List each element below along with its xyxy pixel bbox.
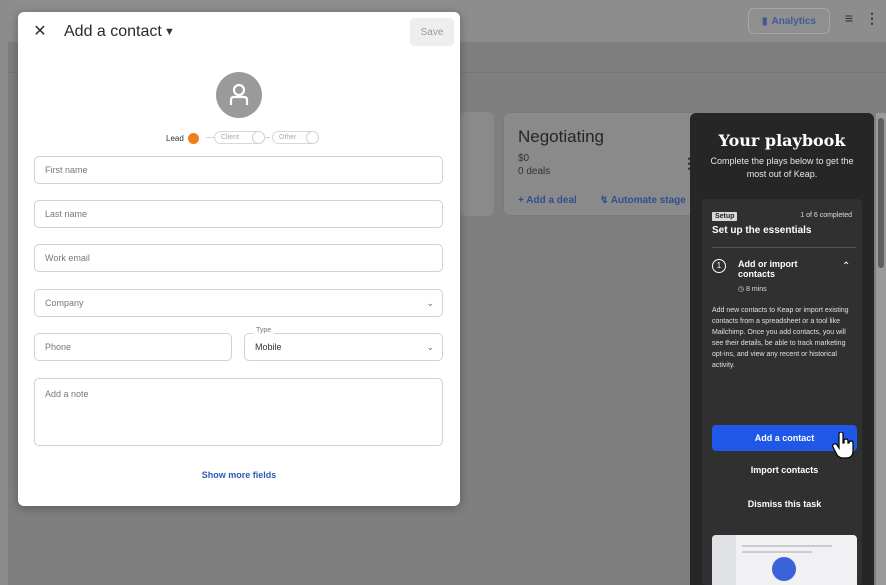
section-title: Set up the essentials <box>712 225 812 236</box>
stage-card-negotiating: Negotiating $0 0 deals ⋮ + Add a deal ↯ … <box>503 112 703 216</box>
playbook-title: Your playbook <box>718 131 846 150</box>
note-placeholder: Add a note <box>45 389 89 399</box>
status-connector <box>206 137 214 138</box>
lightning-icon: ↯ <box>600 195 611 206</box>
phone-field[interactable]: Phone <box>34 333 232 361</box>
last-name-field[interactable]: Last name <box>34 200 443 228</box>
last-name-placeholder: Last name <box>45 209 88 219</box>
playbook-subtitle: Complete the plays below to get the most… <box>710 156 854 179</box>
setup-tag: Setup <box>712 212 738 221</box>
status-connector <box>264 137 270 138</box>
task-duration: ◷ 8 mins <box>738 285 767 293</box>
video-row <box>742 551 812 553</box>
status-other[interactable]: Other <box>272 131 319 144</box>
first-name-field[interactable]: First name <box>34 156 443 184</box>
chevron-up-icon[interactable]: ⌃ <box>842 261 850 272</box>
task-title[interactable]: Add or import contacts <box>738 259 818 279</box>
stage-sum: $0 <box>518 153 530 164</box>
dismiss-task-link[interactable]: Dismiss this task <box>712 499 857 509</box>
clock-icon: ◷ <box>738 286 747 293</box>
bar-chart-icon: ▮ <box>762 15 768 27</box>
step-number: 1 <box>712 259 726 273</box>
play-icon[interactable] <box>772 557 796 581</box>
automate-stage-label: Automate stage <box>610 195 686 206</box>
chevron-down-icon: ⌄ <box>426 298 434 308</box>
status-client-label: Client <box>221 134 239 141</box>
task-duration-label: 8 mins <box>746 286 767 293</box>
chevron-down-icon[interactable]: ▼ <box>164 22 175 42</box>
divider <box>712 247 856 248</box>
first-name-placeholder: First name <box>45 165 88 175</box>
status-selected-dot <box>187 132 199 144</box>
save-button[interactable]: Save <box>410 18 454 46</box>
company-placeholder: Company <box>45 298 84 308</box>
phone-placeholder: Phone <box>45 342 72 352</box>
video-row <box>742 545 832 547</box>
filter-icon[interactable]: ≡ <box>840 10 858 28</box>
work-email-field[interactable]: Work email <box>34 244 443 272</box>
video-sidebar <box>712 535 736 585</box>
playbook-panel: Your playbook Complete the plays below t… <box>690 113 874 585</box>
stage-card-previous <box>460 112 494 216</box>
automate-stage-link[interactable]: ↯ Automate stage <box>600 195 686 206</box>
status-lead-label: Lead <box>166 133 184 143</box>
analytics-label: Analytics <box>771 15 816 27</box>
work-email-placeholder: Work email <box>45 253 90 263</box>
note-textarea[interactable]: Add a note <box>34 378 443 446</box>
status-other-label: Other <box>279 134 297 141</box>
scrollbar-thumb[interactable] <box>878 118 884 268</box>
show-more-fields-link[interactable]: Show more fields <box>18 470 460 480</box>
hand-cursor-icon <box>832 432 854 459</box>
playbook-progress: 1 of 6 completed <box>800 212 852 219</box>
video-thumbnail[interactable] <box>712 535 857 585</box>
task-description: Add new contacts to Keap or import exist… <box>712 307 849 369</box>
phone-type-select[interactable]: Type Mobile ⌄ <box>244 327 443 361</box>
import-contacts-link[interactable]: Import contacts <box>712 465 857 475</box>
user-icon <box>229 83 249 105</box>
close-icon[interactable]: ✕ <box>30 22 50 42</box>
phone-type-label: Type <box>253 327 275 334</box>
analytics-button[interactable]: ▮ Analytics <box>748 8 830 34</box>
status-client[interactable]: Client <box>214 131 265 144</box>
add-contact-modal: ✕ Add a contact ▼ Save Lead Client Other… <box>18 12 460 506</box>
status-other-dot <box>306 131 319 144</box>
stage-title: Negotiating <box>518 127 605 146</box>
more-vertical-icon[interactable]: ⋮ <box>865 10 879 28</box>
avatar[interactable] <box>216 72 262 118</box>
phone-type-value: Mobile <box>255 342 282 352</box>
playbook-card: Setup 1 of 6 completed Set up the essent… <box>702 199 862 585</box>
status-lead[interactable]: Lead <box>166 130 199 146</box>
stage-deals-count: 0 deals <box>518 166 551 177</box>
company-select[interactable]: Company ⌄ <box>34 289 443 317</box>
add-deal-link[interactable]: + Add a deal <box>518 195 577 206</box>
contact-status-selector: Lead Client Other <box>166 130 319 146</box>
modal-title[interactable]: Add a contact <box>64 22 162 42</box>
chevron-down-icon: ⌄ <box>426 342 434 352</box>
